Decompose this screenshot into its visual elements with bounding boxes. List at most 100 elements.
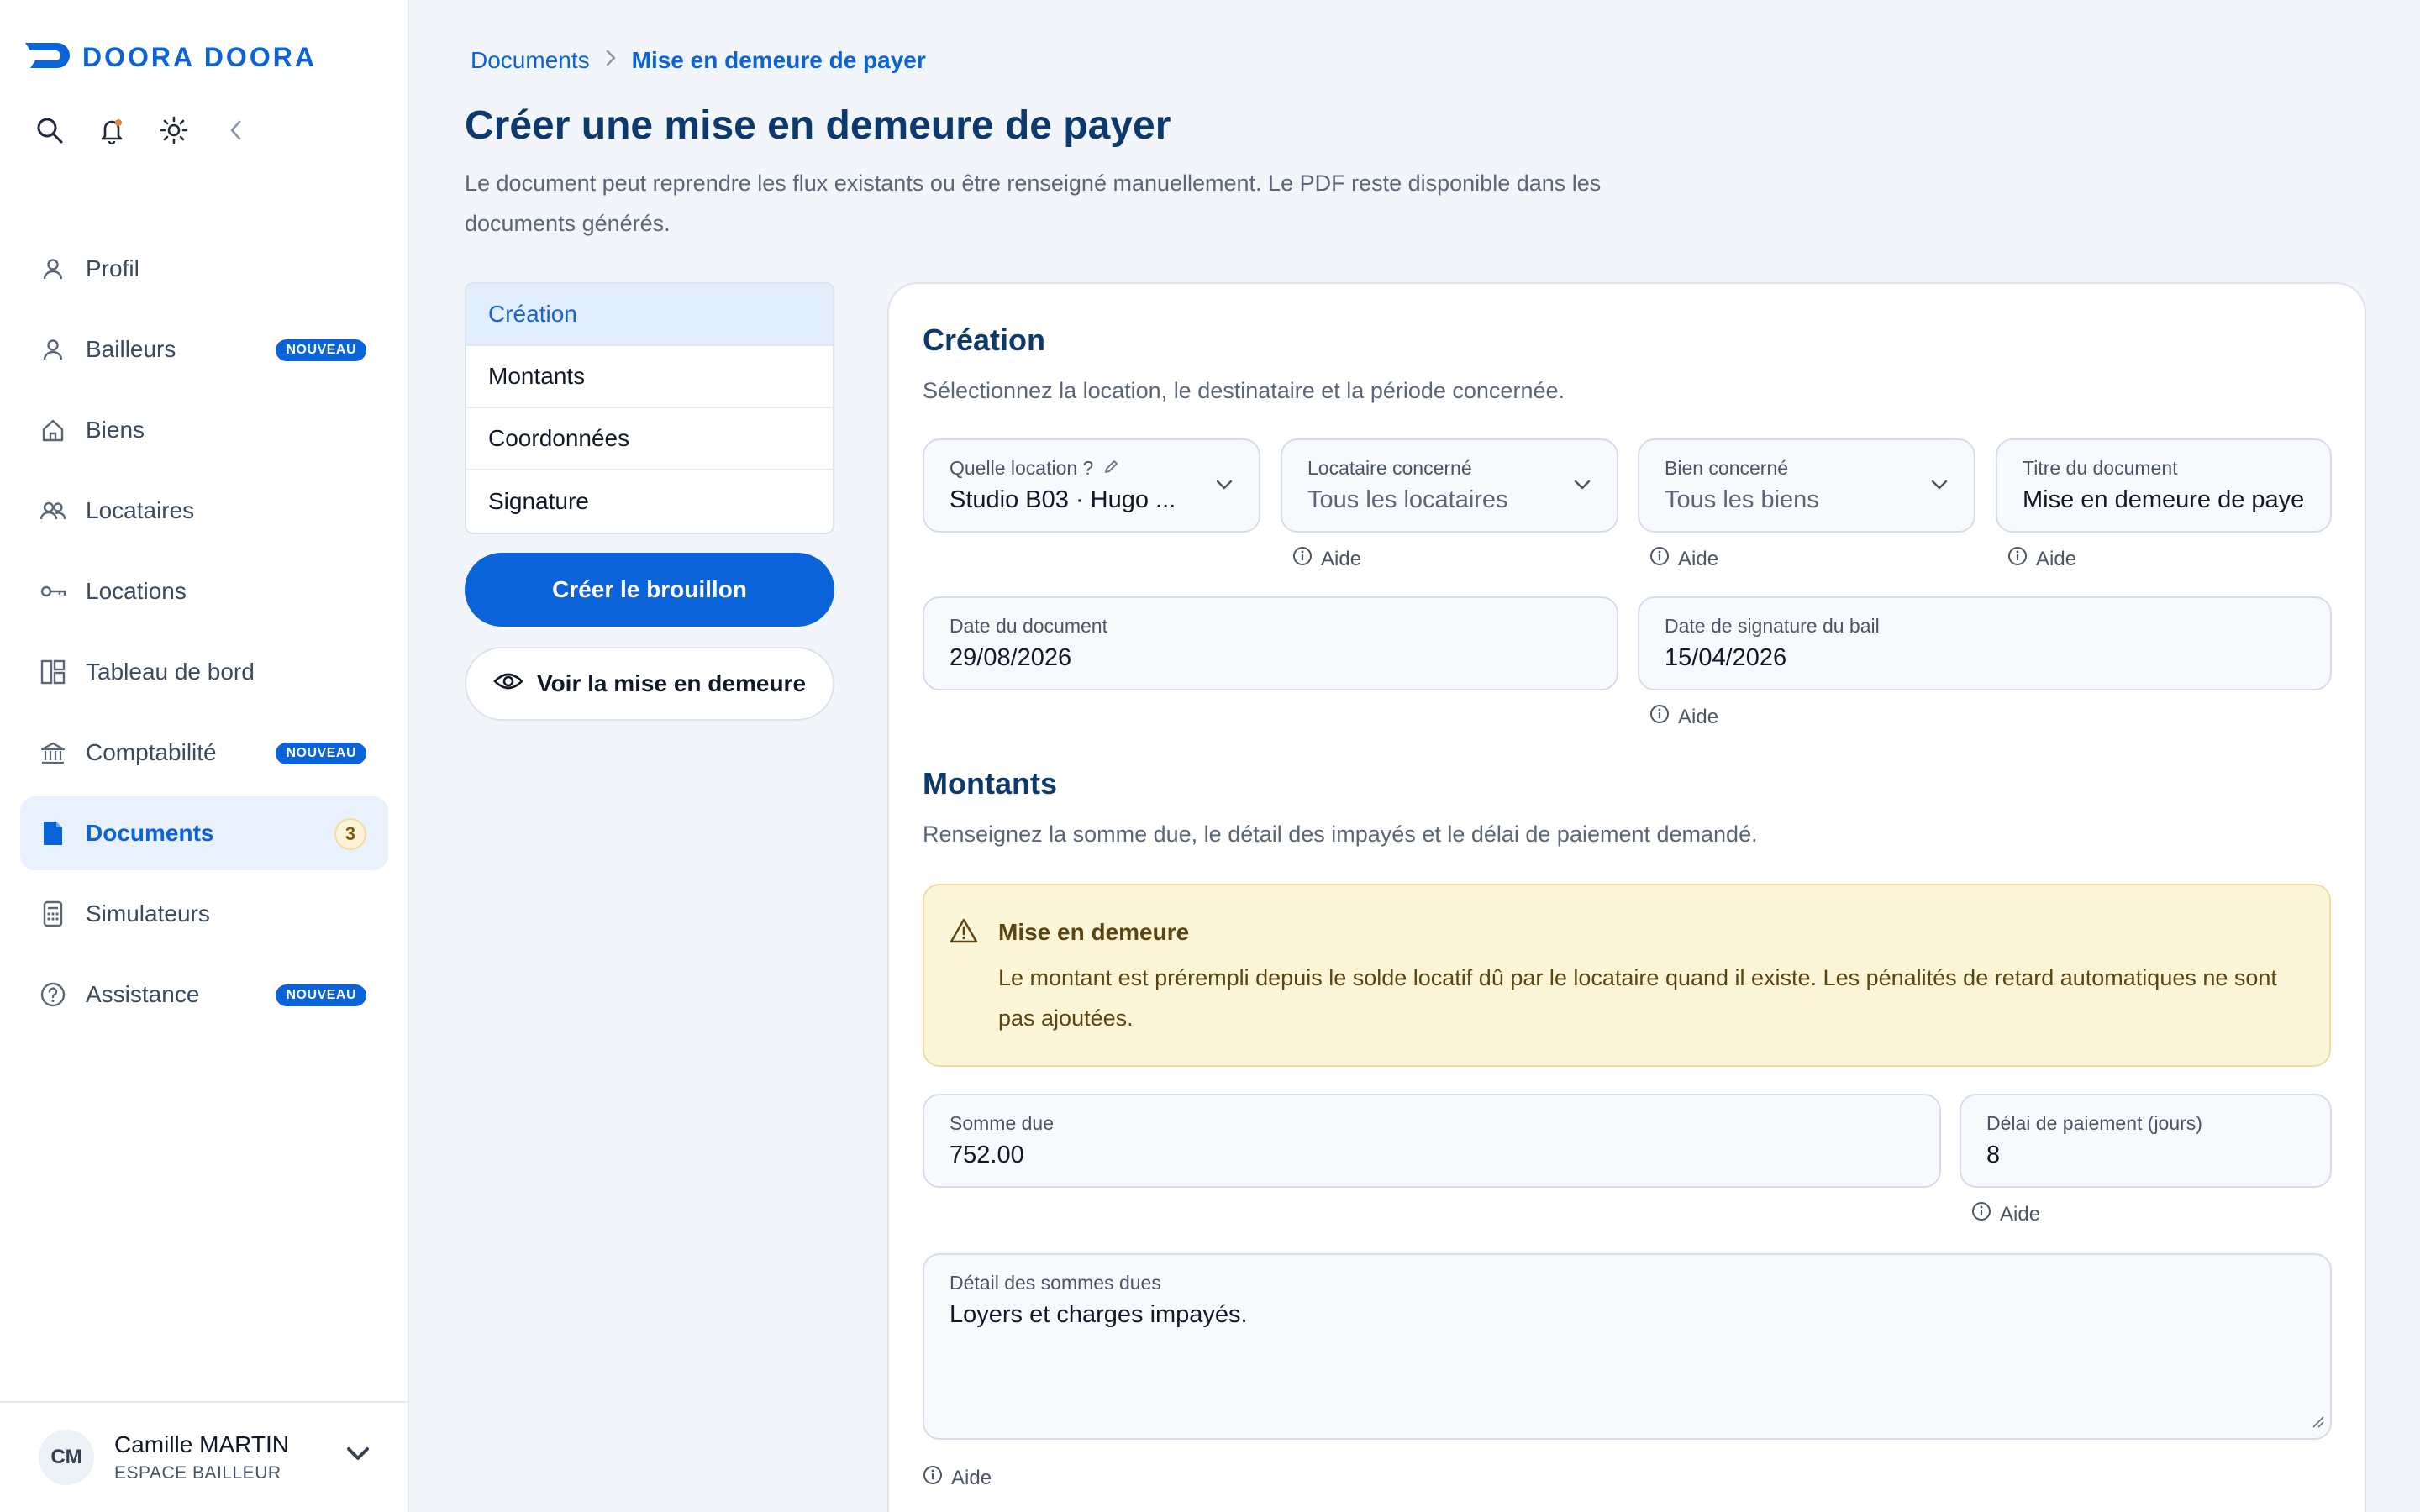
sidebar-item-label: Bailleurs	[86, 336, 176, 362]
field-value: Studio B03 · Hugo ...	[950, 486, 1176, 513]
collapse-icon[interactable]	[220, 114, 252, 146]
chevron-down-icon	[1930, 479, 1949, 495]
field-value: 8	[1986, 1142, 2001, 1168]
documents-count-badge: 3	[334, 818, 366, 850]
sidebar-toolbar	[34, 114, 252, 146]
field-label: Délai de paiement (jours)	[1986, 1112, 2202, 1134]
step-montants[interactable]: Montants	[466, 346, 833, 408]
chevron-down-icon[interactable]	[345, 1445, 371, 1467]
bank-icon	[37, 737, 69, 769]
lease-date-field[interactable]: Date de signature du bail 15/04/2026	[1638, 596, 2332, 690]
form-card: Création Sélectionnez la location, le de…	[887, 282, 2366, 1512]
info-icon	[1292, 546, 1313, 572]
info-icon	[923, 1465, 943, 1491]
sidebar-item-label: Tableau de bord	[86, 659, 255, 685]
sidebar-nav: Profil Bailleurs NOUVEAU Biens Locataire…	[20, 232, 388, 1038]
amount-due-field[interactable]: Somme due 752.00	[923, 1094, 1941, 1188]
breadcrumb-documents[interactable]: Documents	[471, 47, 590, 74]
info-icon	[1649, 704, 1670, 730]
search-icon[interactable]	[34, 114, 66, 146]
sun-icon[interactable]	[158, 114, 190, 146]
user-icon	[37, 333, 69, 365]
tenant-select[interactable]: Locataire concerné Tous les locataires	[1281, 438, 1618, 533]
users-icon	[37, 495, 69, 527]
sidebar-item-label: Assistance	[86, 981, 200, 1007]
sidebar-item-simulateurs[interactable]: Simulateurs	[20, 877, 388, 951]
section-description-montants: Renseignez la somme due, le détail des i…	[923, 822, 1758, 847]
page-title: Créer une mise en demeure de payer	[465, 103, 1171, 148]
sidebar-item-label: Comptabilité	[86, 739, 217, 765]
help-link[interactable]: Aide	[1292, 546, 1361, 572]
field-value: Tous les biens	[1665, 486, 1819, 513]
preview-button[interactable]: Voir la mise en demeure	[465, 647, 834, 721]
user-role: ESPACE BAILLEUR	[114, 1463, 281, 1483]
sidebar-item-comptabilite[interactable]: Comptabilité NOUVEAU	[20, 716, 388, 790]
field-label: Somme due	[950, 1112, 1055, 1134]
user-name: Camille MARTIN	[114, 1431, 289, 1457]
help-link[interactable]: Aide	[2007, 546, 2076, 572]
field-label: Date de signature du bail	[1665, 615, 1880, 637]
breadcrumb-current: Mise en demeure de payer	[631, 47, 926, 73]
document-date-field[interactable]: Date du document 29/08/2026	[923, 596, 1618, 690]
alert-text: Le montant est prérempli depuis le solde…	[998, 965, 2277, 1031]
field-value: Mise en demeure de payer	[2023, 486, 2305, 513]
preview-button-label: Voir la mise en demeure	[536, 670, 807, 696]
bell-icon[interactable]	[96, 114, 128, 146]
sidebar-item-label: Locations	[86, 578, 187, 604]
avatar: CM	[39, 1430, 94, 1485]
logo[interactable]: DOORA DOORA	[25, 42, 317, 73]
document-icon	[37, 817, 69, 849]
new-badge: NOUVEAU	[276, 339, 366, 361]
pencil-icon[interactable]	[1103, 457, 1120, 480]
step-creation[interactable]: Création	[466, 284, 833, 346]
property-select[interactable]: Bien concerné Tous les biens	[1638, 438, 1975, 533]
sidebar-item-label: Simulateurs	[86, 900, 210, 927]
help-link[interactable]: Aide	[923, 1465, 992, 1491]
sidebar-item-profil[interactable]: Profil	[20, 232, 388, 306]
location-select[interactable]: Quelle location ? Studio B03 · Hugo ...	[923, 438, 1260, 533]
resize-handle-icon[interactable]	[2312, 1415, 2325, 1433]
field-value: Loyers et charges impayés.	[950, 1301, 1248, 1328]
payment-delay-field[interactable]: Délai de paiement (jours) 8	[1960, 1094, 2332, 1188]
help-link[interactable]: Aide	[1649, 546, 1718, 572]
help-link[interactable]: Aide	[1649, 704, 1718, 730]
sidebar-item-assistance[interactable]: Assistance NOUVEAU	[20, 958, 388, 1032]
page-description: Le document peut reprendre les flux exis…	[465, 171, 1602, 236]
breadcrumb: Documents Mise en demeure de payer	[471, 47, 926, 74]
help-icon	[37, 979, 69, 1011]
field-value: Tous les locataires	[1307, 486, 1508, 513]
sidebar-item-locataires[interactable]: Locataires	[20, 474, 388, 548]
sidebar-item-bailleurs[interactable]: Bailleurs NOUVEAU	[20, 312, 388, 386]
section-title-montants: Montants	[923, 766, 1057, 801]
document-title-field[interactable]: Titre du document Mise en demeure de pay…	[1996, 438, 2332, 533]
logo-text: DOORA DOORA	[82, 42, 317, 72]
steps-nav: Création Montants Coordonnées Signature	[465, 282, 834, 534]
sidebar-item-label: Biens	[86, 417, 145, 443]
help-link[interactable]: Aide	[1971, 1201, 2040, 1227]
amount-detail-textarea[interactable]: Détail des sommes dues Loyers et charges…	[923, 1253, 2332, 1440]
user-menu[interactable]: CM Camille MARTIN ESPACE BAILLEUR	[0, 1401, 408, 1512]
help-label: Aide	[1678, 705, 1719, 728]
sidebar-item-locations[interactable]: Locations	[20, 554, 388, 628]
sidebar-item-label: Locataires	[86, 497, 195, 523]
sidebar-item-documents[interactable]: Documents 3	[20, 796, 388, 870]
info-icon	[1971, 1201, 1991, 1227]
dashboard-icon	[37, 656, 69, 688]
info-icon	[2007, 546, 2028, 572]
step-signature[interactable]: Signature	[466, 470, 833, 533]
sidebar-item-biens[interactable]: Biens	[20, 393, 388, 467]
warning-icon	[950, 917, 978, 948]
field-label: Quelle location ?	[950, 457, 1094, 479]
sidebar-item-tableau-de-bord[interactable]: Tableau de bord	[20, 635, 388, 709]
main-content: Documents Mise en demeure de payer Créer…	[409, 0, 2420, 1512]
step-coordonnees[interactable]: Coordonnées	[466, 408, 833, 470]
help-label: Aide	[2000, 1202, 2041, 1226]
eye-icon	[493, 670, 523, 697]
help-label: Aide	[1321, 547, 1362, 570]
new-badge: NOUVEAU	[276, 984, 366, 1006]
create-draft-button[interactable]: Créer le brouillon	[465, 553, 834, 627]
warning-alert: Mise en demeure Le montant est prérempli…	[923, 884, 2331, 1067]
field-value: 752.00	[950, 1142, 1024, 1168]
field-value: 29/08/2026	[950, 644, 1072, 671]
chevron-down-icon	[1573, 479, 1591, 495]
